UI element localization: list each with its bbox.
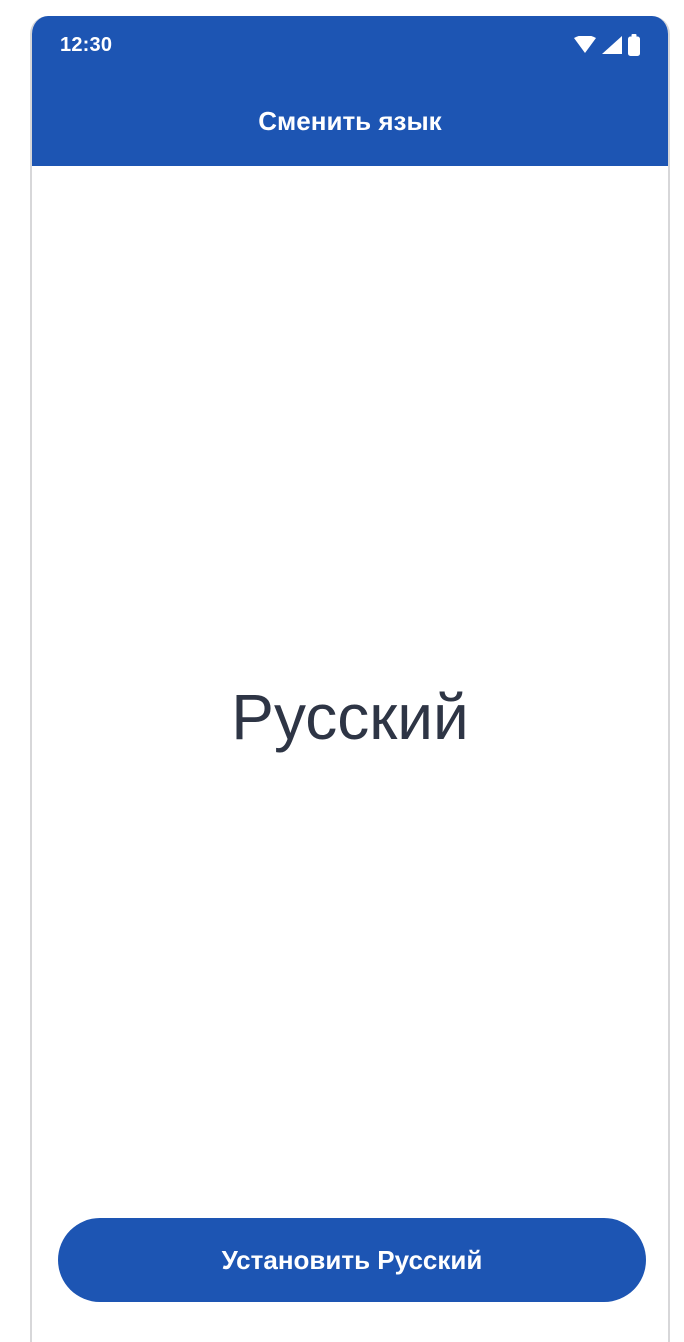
phone-screen: 12:30 Сменить язык Русский Установить Ру… bbox=[30, 16, 670, 1342]
signal-icon bbox=[602, 36, 622, 54]
status-icons bbox=[574, 34, 640, 56]
battery-icon bbox=[628, 34, 640, 56]
set-language-button[interactable]: Установить Русский bbox=[58, 1218, 646, 1302]
status-bar: 12:30 bbox=[32, 16, 668, 74]
app-header: 12:30 Сменить язык bbox=[32, 16, 668, 166]
page-title: Сменить язык bbox=[258, 106, 442, 136]
wifi-icon bbox=[574, 35, 596, 54]
page: 12:30 Сменить язык Русский Установить Ру… bbox=[0, 0, 684, 1342]
status-time: 12:30 bbox=[60, 34, 113, 56]
language-name: Русский bbox=[231, 681, 469, 753]
